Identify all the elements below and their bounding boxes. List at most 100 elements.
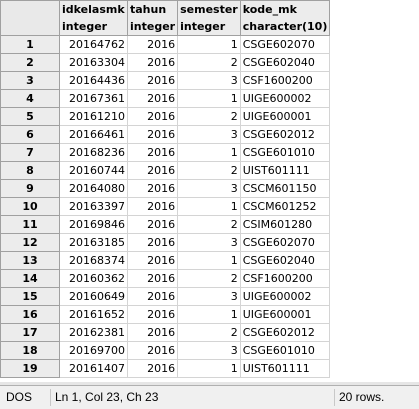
table-row[interactable]: 18 20169700 2016 3 CSGE601010 (0, 341, 331, 360)
cell-kode-mk[interactable]: CSF1600200 (239, 269, 331, 288)
row-number[interactable]: 14 (0, 269, 60, 288)
row-number[interactable]: 18 (0, 341, 60, 360)
cell-kode-mk[interactable]: UIGE600001 (239, 305, 331, 324)
row-number[interactable]: 4 (0, 89, 60, 108)
cell-semester[interactable]: 1 (177, 143, 241, 162)
cell-tahun[interactable]: 2016 (126, 161, 179, 180)
cell-tahun[interactable]: 2016 (126, 359, 179, 378)
cell-idkelasmk[interactable]: 20164080 (59, 179, 128, 198)
cell-tahun[interactable]: 2016 (126, 125, 179, 144)
table-row[interactable]: 19 20161407 2016 1 UIST601111 (0, 359, 331, 378)
row-number[interactable]: 12 (0, 233, 60, 252)
cell-idkelasmk[interactable]: 20164436 (59, 71, 128, 90)
table-row[interactable]: 7 20168236 2016 1 CSGE601010 (0, 143, 331, 162)
cell-kode-mk[interactable]: CSF1600200 (239, 71, 331, 90)
cell-idkelasmk[interactable]: 20162381 (59, 323, 128, 342)
cell-kode-mk[interactable]: UIGE600001 (239, 107, 331, 126)
cell-tahun[interactable]: 2016 (126, 287, 179, 306)
cell-tahun[interactable]: 2016 (126, 233, 179, 252)
cell-semester[interactable]: 3 (177, 233, 241, 252)
cell-kode-mk[interactable]: UIGE600002 (239, 287, 331, 306)
table-row[interactable]: 14 20160362 2016 2 CSF1600200 (0, 269, 331, 288)
cell-tahun[interactable]: 2016 (126, 323, 179, 342)
row-number[interactable]: 3 (0, 71, 60, 90)
cell-kode-mk[interactable]: CSCM601150 (239, 179, 331, 198)
cell-kode-mk[interactable]: CSIM601280 (239, 215, 331, 234)
cell-semester[interactable]: 2 (177, 107, 241, 126)
table-row[interactable]: 15 20160649 2016 3 UIGE600002 (0, 287, 331, 306)
cell-idkelasmk[interactable]: 20167361 (59, 89, 128, 108)
row-number[interactable]: 17 (0, 323, 60, 342)
table-row[interactable]: 6 20166461 2016 3 CSGE602012 (0, 125, 331, 144)
cell-idkelasmk[interactable]: 20160362 (59, 269, 128, 288)
result-grid[interactable]: idkelasmk integer tahun integer semester… (0, 0, 415, 382)
cell-semester[interactable]: 1 (177, 359, 241, 378)
cell-tahun[interactable]: 2016 (126, 143, 179, 162)
cell-idkelasmk[interactable]: 20169846 (59, 215, 128, 234)
row-number[interactable]: 19 (0, 359, 60, 378)
cell-kode-mk[interactable]: CSGE602012 (239, 125, 331, 144)
cell-semester[interactable]: 3 (177, 287, 241, 306)
row-number[interactable]: 1 (0, 35, 60, 54)
cell-idkelasmk[interactable]: 20163304 (59, 53, 128, 72)
cell-semester[interactable]: 3 (177, 341, 241, 360)
cell-semester[interactable]: 2 (177, 323, 241, 342)
cell-idkelasmk[interactable]: 20163185 (59, 233, 128, 252)
cell-kode-mk[interactable]: UIST601111 (239, 161, 331, 180)
cell-semester[interactable]: 1 (177, 197, 241, 216)
column-header-idkelasmk[interactable]: idkelasmk integer (59, 0, 128, 36)
row-number[interactable]: 6 (0, 125, 60, 144)
cell-tahun[interactable]: 2016 (126, 107, 179, 126)
table-row[interactable]: 13 20168374 2016 1 CSGE602040 (0, 251, 331, 270)
cell-kode-mk[interactable]: CSGE601010 (239, 341, 331, 360)
cell-tahun[interactable]: 2016 (126, 251, 179, 270)
cell-tahun[interactable]: 2016 (126, 215, 179, 234)
cell-idkelasmk[interactable]: 20161652 (59, 305, 128, 324)
cell-semester[interactable]: 3 (177, 179, 241, 198)
cell-idkelasmk[interactable]: 20169700 (59, 341, 128, 360)
cell-kode-mk[interactable]: CSGE602012 (239, 323, 331, 342)
cell-idkelasmk[interactable]: 20161210 (59, 107, 128, 126)
column-header-kode-mk[interactable]: kode_mk character(10) (239, 0, 331, 36)
column-header-semester[interactable]: semester integer (177, 0, 241, 36)
cell-tahun[interactable]: 2016 (126, 35, 179, 54)
cell-semester[interactable]: 1 (177, 89, 241, 108)
cell-semester[interactable]: 3 (177, 71, 241, 90)
cell-kode-mk[interactable]: CSGE602070 (239, 35, 331, 54)
cell-idkelasmk[interactable]: 20168374 (59, 251, 128, 270)
table-row[interactable]: 12 20163185 2016 3 CSGE602070 (0, 233, 331, 252)
table-row[interactable]: 4 20167361 2016 1 UIGE600002 (0, 89, 331, 108)
row-number[interactable]: 9 (0, 179, 60, 198)
cell-kode-mk[interactable]: CSGE602070 (239, 233, 331, 252)
cell-kode-mk[interactable]: UIGE600002 (239, 89, 331, 108)
cell-semester[interactable]: 1 (177, 251, 241, 270)
cell-tahun[interactable]: 2016 (126, 89, 179, 108)
table-row[interactable]: 11 20169846 2016 2 CSIM601280 (0, 215, 331, 234)
row-number[interactable]: 16 (0, 305, 60, 324)
table-row[interactable]: 3 20164436 2016 3 CSF1600200 (0, 71, 331, 90)
cell-tahun[interactable]: 2016 (126, 53, 179, 72)
cell-idkelasmk[interactable]: 20166461 (59, 125, 128, 144)
cell-tahun[interactable]: 2016 (126, 179, 179, 198)
cell-semester[interactable]: 2 (177, 215, 241, 234)
cell-kode-mk[interactable]: CSGE601010 (239, 143, 331, 162)
table-row[interactable]: 9 20164080 2016 3 CSCM601150 (0, 179, 331, 198)
row-number[interactable]: 2 (0, 53, 60, 72)
cell-idkelasmk[interactable]: 20160649 (59, 287, 128, 306)
cell-tahun[interactable]: 2016 (126, 341, 179, 360)
cell-tahun[interactable]: 2016 (126, 269, 179, 288)
table-row[interactable]: 10 20163397 2016 1 CSCM601252 (0, 197, 331, 216)
cell-kode-mk[interactable]: CSGE602040 (239, 251, 331, 270)
cell-semester[interactable]: 3 (177, 125, 241, 144)
cell-idkelasmk[interactable]: 20163397 (59, 197, 128, 216)
column-header-tahun[interactable]: tahun integer (126, 0, 179, 36)
table-row[interactable]: 1 20164762 2016 1 CSGE602070 (0, 35, 331, 54)
cell-tahun[interactable]: 2016 (126, 305, 179, 324)
cell-semester[interactable]: 2 (177, 161, 241, 180)
row-number[interactable]: 10 (0, 197, 60, 216)
row-number[interactable]: 8 (0, 161, 60, 180)
row-number[interactable]: 7 (0, 143, 60, 162)
row-number[interactable]: 11 (0, 215, 60, 234)
grid-corner[interactable] (0, 0, 60, 36)
cell-kode-mk[interactable]: CSCM601252 (239, 197, 331, 216)
